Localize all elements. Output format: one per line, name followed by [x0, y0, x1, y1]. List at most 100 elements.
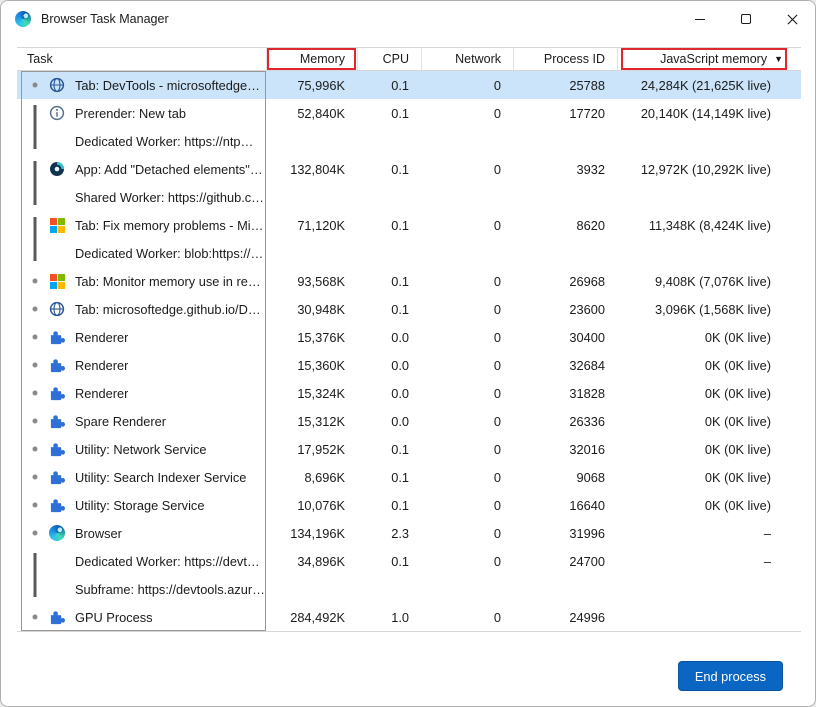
table-row[interactable]: Utility: Search Indexer Service 8,696K 0…	[17, 463, 801, 491]
network-value: 0	[493, 413, 501, 429]
browser-task-manager-window: Browser Task Manager Task Memory CPU Net…	[0, 0, 816, 707]
task-cell: GPU Process	[17, 603, 266, 631]
table-row[interactable]: Tab: microsoftedge.github.io/D… 30,948K …	[17, 295, 801, 323]
cpu-value	[357, 575, 421, 603]
process-id-value: 32684	[569, 357, 605, 373]
process-id-value: 3932	[576, 161, 605, 177]
process-id-value: 26336	[569, 413, 605, 429]
network-value: 0	[493, 77, 501, 93]
table-row[interactable]: Prerender: New tab 52,840K 0.1 0 17720 2…	[17, 99, 801, 127]
column-header-network[interactable]: Network	[421, 48, 513, 70]
network-value: 0	[493, 385, 501, 401]
titlebar: Browser Task Manager	[1, 1, 815, 37]
process-id-value: 24996	[569, 609, 605, 625]
column-header-process-id[interactable]: Process ID	[513, 48, 617, 70]
process-id-value: 16640	[569, 497, 605, 513]
task-label: Tab: DevTools - microsoftedge…	[75, 77, 260, 93]
caption-buttons	[677, 1, 815, 37]
table-row[interactable]: Dedicated Worker: https://devt… 34,896K …	[17, 547, 801, 575]
process-id-value: 31996	[569, 525, 605, 541]
js-memory-header-label: JavaScript memory	[660, 52, 768, 66]
cpu-value: 0.0	[391, 413, 409, 429]
column-header-cpu[interactable]: CPU	[357, 48, 421, 70]
table-row[interactable]: Renderer 15,376K 0.0 0 30400 0K (0K live…	[17, 323, 801, 351]
process-group-bar-indicator	[25, 547, 45, 575]
end-process-button[interactable]: End process	[677, 661, 783, 691]
js-memory-value: –	[763, 525, 771, 541]
process-dot-indicator	[25, 603, 45, 631]
task-label: GPU Process	[75, 609, 153, 625]
task-cell: Renderer	[17, 323, 266, 351]
table-row[interactable]: Tab: Monitor memory use in re… 93,568K 0…	[17, 267, 801, 295]
task-cell: Browser	[17, 519, 266, 547]
table-row[interactable]: Tab: DevTools - microsoftedge… 75,996K 0…	[17, 71, 801, 99]
content-area: Task Memory CPU Network Process ID JavaS…	[1, 37, 815, 706]
ms-logo-icon	[45, 273, 69, 289]
process-id-value	[513, 239, 617, 267]
app-icon	[45, 161, 69, 177]
task-label: App: Add "Detached elements"…	[75, 161, 263, 177]
memory-value	[266, 183, 357, 211]
task-label: Renderer	[75, 357, 129, 373]
memory-value: 284,492K	[290, 609, 345, 625]
cpu-value: 0.0	[391, 357, 409, 373]
table-row[interactable]: Utility: Network Service 17,952K 0.1 0 3…	[17, 435, 801, 463]
minimize-icon	[695, 18, 705, 20]
column-header-memory[interactable]: Memory	[266, 48, 357, 70]
memory-value: 52,840K	[297, 105, 345, 121]
column-header-task[interactable]: Task	[17, 48, 266, 70]
table-row[interactable]: Shared Worker: https://github.c…	[17, 183, 801, 211]
table-row[interactable]: Subframe: https://devtools.azur…	[17, 575, 801, 603]
puzzle-icon	[45, 358, 69, 373]
js-memory-value: 9,408K (7,076K live)	[655, 273, 771, 289]
table-row[interactable]: Browser 134,196K 2.3 0 31996 –	[17, 519, 801, 547]
table-row[interactable]: Spare Renderer 15,312K 0.0 0 26336 0K (0…	[17, 407, 801, 435]
table-row[interactable]: Renderer 15,360K 0.0 0 32684 0K (0K live…	[17, 351, 801, 379]
puzzle-icon	[45, 414, 69, 429]
memory-value: 71,120K	[297, 217, 345, 233]
cpu-value: 0.1	[391, 273, 409, 289]
prerender-icon	[45, 105, 69, 121]
maximize-button[interactable]	[723, 1, 769, 37]
table-row[interactable]: GPU Process 284,492K 1.0 0 24996	[17, 603, 801, 631]
memory-value: 93,568K	[297, 273, 345, 289]
table-row[interactable]: Dedicated Worker: blob:https://…	[17, 239, 801, 267]
process-id-value: 24700	[569, 553, 605, 569]
task-label: Tab: microsoftedge.github.io/D…	[75, 301, 261, 317]
close-button[interactable]	[769, 1, 815, 37]
puzzle-icon	[45, 610, 69, 625]
close-icon	[786, 13, 798, 25]
task-cell: Shared Worker: https://github.c…	[17, 183, 266, 211]
task-label: Prerender: New tab	[75, 105, 186, 121]
table-row[interactable]: Dedicated Worker: https://ntp…	[17, 127, 801, 155]
task-cell: Utility: Storage Service	[17, 491, 266, 519]
memory-value: 10,076K	[297, 497, 345, 513]
maximize-icon	[741, 14, 751, 24]
minimize-button[interactable]	[677, 1, 723, 37]
table-row[interactable]: App: Add "Detached elements"… 132,804K 0…	[17, 155, 801, 183]
process-id-value: 8620	[576, 217, 605, 233]
network-value: 0	[493, 329, 501, 345]
js-memory-value: 11,348K (8,424K live)	[648, 217, 771, 233]
network-value: 0	[493, 469, 501, 485]
process-dot-indicator	[25, 71, 45, 99]
task-label: Tab: Fix memory problems - Mi…	[75, 217, 264, 233]
memory-value	[266, 575, 357, 603]
process-id-value: 9068	[576, 469, 605, 485]
js-memory-value: 24,284K (21,625K live)	[640, 77, 771, 93]
network-value: 0	[493, 217, 501, 233]
sort-descending-icon: ▼	[774, 54, 783, 64]
network-value: 0	[493, 301, 501, 317]
task-cell: Dedicated Worker: https://ntp…	[17, 127, 266, 155]
table-row[interactable]: Utility: Storage Service 10,076K 0.1 0 1…	[17, 491, 801, 519]
column-header-js-memory[interactable]: JavaScript memory ▼	[617, 48, 801, 70]
table-row[interactable]: Renderer 15,324K 0.0 0 31828 0K (0K live…	[17, 379, 801, 407]
network-value	[421, 239, 513, 267]
task-cell: Utility: Network Service	[17, 435, 266, 463]
task-cell: Subframe: https://devtools.azur…	[17, 575, 266, 603]
process-id-value: 25788	[569, 77, 605, 93]
table-row[interactable]: Tab: Fix memory problems - Mi… 71,120K 0…	[17, 211, 801, 239]
process-dot-indicator	[25, 295, 45, 323]
task-cell: Tab: Fix memory problems - Mi…	[17, 211, 266, 239]
process-group-bar-indicator	[25, 183, 45, 211]
